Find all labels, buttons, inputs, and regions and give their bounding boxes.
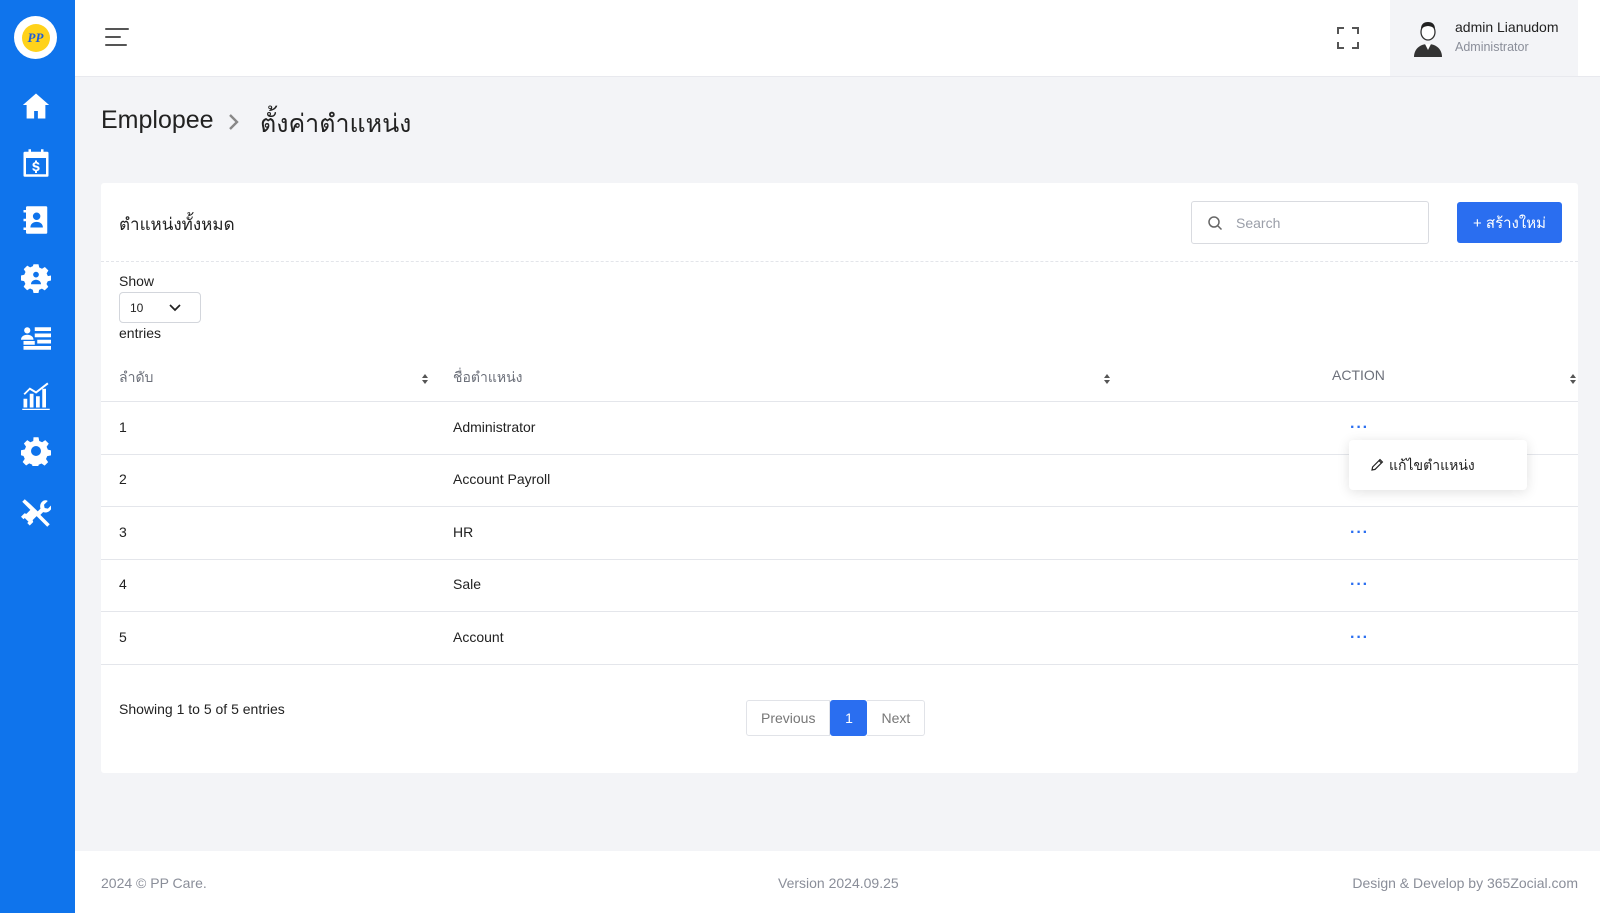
user-menu[interactable]: admin Lianudom Administrator <box>1390 0 1578 76</box>
footer: 2024 © PP Care. Version 2024.09.25 Desig… <box>75 851 1600 913</box>
row-divider <box>101 559 1578 560</box>
cell-name: HR <box>453 524 474 540</box>
logo-mark: PP <box>21 23 50 52</box>
tools-icon <box>21 499 51 527</box>
user-name: admin Lianudom <box>1455 19 1559 35</box>
column-header-no[interactable]: ลำดับ <box>119 367 153 389</box>
row-action-menu[interactable]: แก้ไขตำแหน่ง <box>1349 440 1527 490</box>
avatar <box>1414 22 1442 57</box>
app-logo[interactable]: PP <box>14 16 57 59</box>
create-button[interactable]: + สร้างใหม่ <box>1457 202 1562 243</box>
topbar: admin Lianudom Administrator <box>75 0 1600 77</box>
sidebar-item-payroll[interactable] <box>18 145 54 181</box>
cell-name: Administrator <box>453 419 536 435</box>
column-header-name[interactable]: ชื่อตำแหน่ง <box>453 367 523 389</box>
sidebar-item-employees[interactable] <box>18 260 54 296</box>
hamburger-line <box>105 44 127 46</box>
copyright: 2024 © PP Care. <box>101 875 207 891</box>
search-box[interactable] <box>1191 201 1429 244</box>
row-action-button[interactable]: ··· <box>1350 420 1369 436</box>
chart-icon <box>22 382 50 410</box>
cell-no: 5 <box>119 629 127 645</box>
version: Version 2024.09.25 <box>778 875 899 891</box>
list-users-icon <box>21 327 51 350</box>
calendar-dollar-icon <box>23 149 49 177</box>
fullscreen-icon[interactable] <box>1337 27 1359 49</box>
sort-icon[interactable] <box>1103 373 1111 385</box>
page-title: ตั้งค่าตำแหน่ง <box>260 110 412 138</box>
hamburger-line <box>105 28 129 30</box>
menu-toggle-button[interactable] <box>105 28 129 48</box>
row-divider <box>101 664 1578 665</box>
chevron-right-icon <box>229 114 239 130</box>
sort-icon[interactable] <box>1569 373 1577 385</box>
sidebar-item-home[interactable] <box>18 88 54 124</box>
entries-label: entries <box>119 325 162 341</box>
show-label: Show <box>119 273 155 289</box>
sort-icon[interactable] <box>421 373 429 385</box>
sidebar-item-settings[interactable] <box>18 433 54 469</box>
row-divider <box>101 506 1578 507</box>
sidebar-item-positions[interactable] <box>18 318 54 354</box>
pagination: Previous 1 Next <box>746 700 926 736</box>
cell-name: Account Payroll <box>453 471 551 487</box>
cell-no: 4 <box>119 576 127 592</box>
page-1-button[interactable]: 1 <box>830 700 868 736</box>
edit-position-item[interactable]: แก้ไขตำแหน่ง <box>1389 455 1475 477</box>
cell-name: Account <box>453 629 504 645</box>
chevron-down-icon <box>169 304 181 312</box>
cell-no: 3 <box>119 524 127 540</box>
row-action-button[interactable]: ··· <box>1350 630 1369 646</box>
row-action-button[interactable]: ··· <box>1350 577 1369 593</box>
contacts-icon <box>23 206 48 234</box>
hamburger-line <box>105 36 121 38</box>
positions-card: ตำแหน่งทั้งหมด + สร้างใหม่ Show 10 entri… <box>101 183 1578 773</box>
row-divider <box>101 401 1578 402</box>
home-icon <box>22 93 50 119</box>
search-input[interactable] <box>1236 212 1416 234</box>
divider <box>101 261 1578 262</box>
page-size-value: 10 <box>130 301 144 315</box>
sidebar-item-contacts[interactable] <box>18 202 54 238</box>
credit: Design & Develop by 365Zocial.com <box>1352 875 1578 891</box>
column-header-action[interactable]: ACTION <box>1332 367 1385 383</box>
breadcrumb-section[interactable]: Emplopee <box>101 106 214 135</box>
row-action-button[interactable]: ··· <box>1350 525 1369 541</box>
sidebar-item-reports[interactable] <box>18 377 54 413</box>
showing-info: Showing 1 to 5 of 5 entries <box>119 701 285 717</box>
row-divider <box>101 611 1578 612</box>
settings-icon <box>21 437 51 466</box>
sidebar: PP <box>0 0 75 913</box>
page-size-select[interactable]: 10 <box>119 292 201 323</box>
previous-page-button[interactable]: Previous <box>746 700 831 736</box>
next-page-button[interactable]: Next <box>867 700 926 736</box>
cell-no: 1 <box>119 419 127 435</box>
user-role: Administrator <box>1455 40 1529 54</box>
card-title: ตำแหน่งทั้งหมด <box>119 215 235 234</box>
pencil-icon <box>1371 458 1384 471</box>
search-icon <box>1208 216 1223 231</box>
users-gear-icon <box>21 264 51 293</box>
sidebar-item-tools[interactable] <box>18 495 54 531</box>
cell-name: Sale <box>453 576 482 592</box>
cell-no: 2 <box>119 471 127 487</box>
